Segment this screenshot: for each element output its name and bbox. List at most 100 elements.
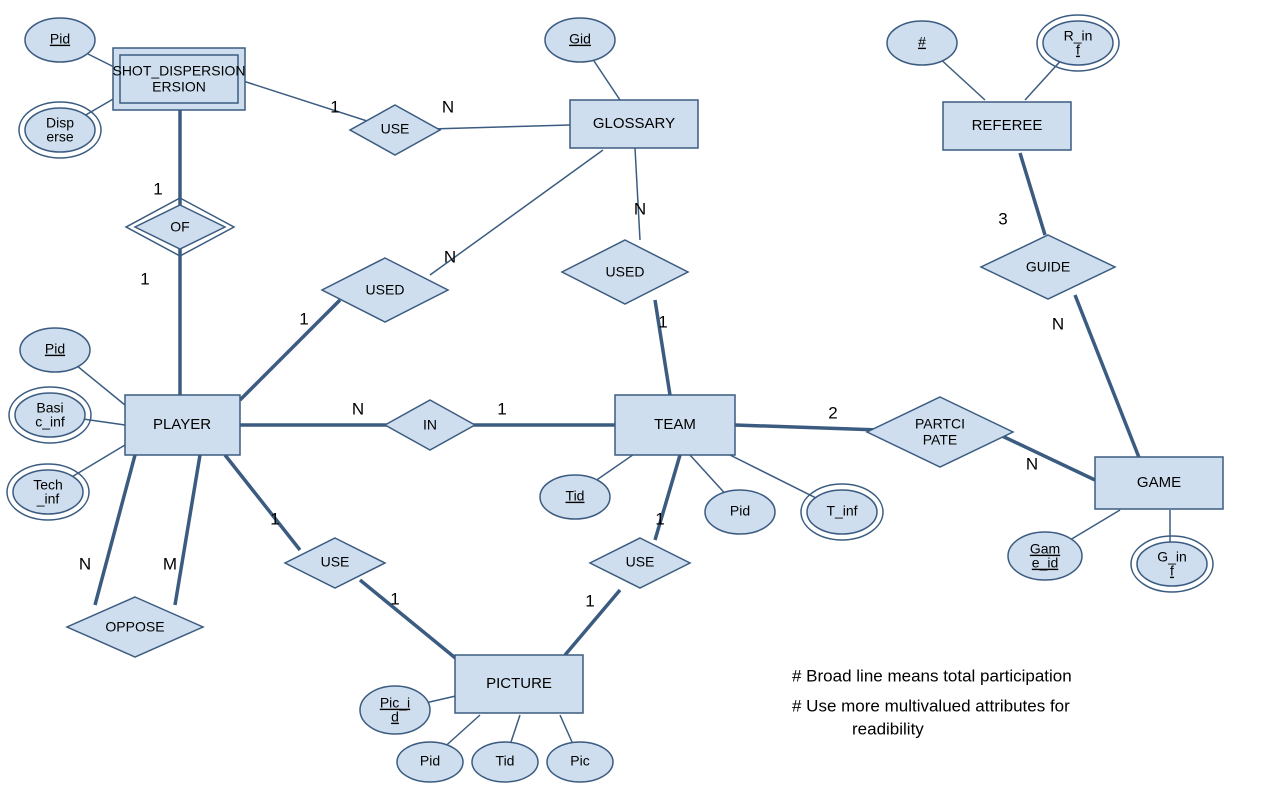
entity-team: TEAM [615, 395, 735, 455]
edge-total [240, 300, 340, 400]
entity-shot-dispersion: SHOT_DISPERSION ERSION [112, 48, 245, 110]
rel-label: IN [423, 417, 437, 433]
attr-label-2: erse [46, 129, 73, 145]
rel-guide: GUIDE [981, 235, 1115, 299]
attr-tm-pid: Pid [705, 490, 775, 534]
attr-label-2: d [391, 709, 399, 725]
attr-pl-pid: Pid [20, 328, 90, 372]
rel-label-2: PATE [923, 432, 958, 448]
rel-used-pl-gl: USED [322, 258, 448, 322]
rel-label: GUIDE [1026, 259, 1070, 275]
rel-oppose: OPPOSE [67, 597, 203, 657]
card: 1 [153, 179, 162, 198]
rel-label-1: PARTCI [915, 416, 965, 432]
attr-sd-pid: Pid [25, 18, 95, 62]
edge-total [360, 580, 470, 670]
card: 1 [330, 97, 339, 116]
rel-label: USE [626, 554, 655, 570]
edge-total [95, 455, 135, 605]
rel-participate: PARTCI PATE [867, 397, 1013, 467]
attr-tm-tinf: T_inf [801, 484, 883, 540]
rel-label: USE [321, 554, 350, 570]
card: N [352, 399, 364, 418]
attr-ref-num: # [887, 21, 957, 65]
attr-label: # [918, 34, 926, 50]
rel-label: USE [381, 121, 410, 137]
attr-label: Pid [420, 753, 440, 769]
entity-label: TEAM [654, 416, 696, 433]
attr-pl-techinf: Tech _inf [7, 464, 89, 520]
rel-label: USED [366, 282, 405, 298]
card: N [1052, 314, 1064, 333]
rel-use-sd-gl: USE [350, 105, 440, 155]
attr-pic-picid: Pic_i d [360, 686, 430, 734]
entity-label: GLOSSARY [593, 115, 675, 132]
edge-total [175, 455, 200, 605]
card: M [163, 554, 177, 573]
attr-label-2: c_inf [35, 414, 65, 430]
card: 1 [270, 509, 279, 528]
edge-total [225, 455, 300, 550]
attr-pl-basicinf: Basi c_inf [9, 387, 91, 443]
card: 3 [998, 209, 1007, 228]
entity-label: GAME [1137, 474, 1181, 491]
card: 1 [140, 269, 149, 288]
attr-gm-ginf: G_in f [1131, 536, 1213, 592]
attr-label: Pid [730, 503, 750, 519]
edge-total [735, 425, 880, 430]
attr-label: T_inf [826, 503, 857, 519]
attr-label: Pid [45, 341, 65, 357]
card: N [79, 554, 91, 573]
attr-tm-tid: Tid [540, 475, 610, 519]
rel-use-pl-pic: USE [285, 538, 385, 588]
attr-gm-gameid: Gam e_id [1008, 532, 1082, 580]
card: 2 [828, 403, 837, 422]
card: N [442, 97, 454, 116]
rel-in: IN [385, 400, 475, 450]
attr-label-2: f [1076, 42, 1080, 58]
rel-label: OF [170, 219, 189, 235]
attr-label: Gid [569, 31, 591, 47]
card: N [1026, 454, 1038, 473]
rel-use-tm-pic: USE [590, 538, 690, 588]
attr-label-2: f [1170, 563, 1174, 579]
entity-label-2: ERSION [152, 79, 206, 95]
card: 1 [299, 309, 308, 328]
note-line: readibility [852, 719, 924, 738]
attr-sd-disperse: Disp erse [19, 102, 101, 158]
attr-label: Tid [566, 488, 585, 504]
edge-total [1075, 295, 1140, 460]
note-line: # Broad line means total participation [792, 666, 1072, 685]
card: 1 [655, 509, 664, 528]
attr-gl-gid: Gid [545, 18, 615, 62]
rel-label: USED [606, 264, 645, 280]
rel-used-tm-gl: USED [562, 240, 688, 304]
card: 1 [585, 591, 594, 610]
note-line: # Use more multivalued attributes for [792, 696, 1070, 715]
entity-glossary: GLOSSARY [570, 100, 698, 148]
edge-total [1000, 435, 1095, 480]
entity-referee: REFEREE [943, 102, 1071, 150]
entity-game: GAME [1095, 457, 1223, 509]
attr-label: Pid [50, 31, 70, 47]
edge [635, 148, 640, 240]
attr-label-2: _inf [36, 491, 60, 507]
entity-label: PICTURE [486, 675, 552, 692]
card: 1 [390, 589, 399, 608]
card: N [444, 247, 456, 266]
card: N [634, 199, 646, 218]
rel-label: OPPOSE [105, 619, 164, 635]
entity-label: PLAYER [153, 416, 211, 433]
attr-ref-rinf: R_in f [1037, 15, 1119, 71]
entity-picture: PICTURE [455, 655, 583, 713]
er-diagram: SHOT_DISPERSION ERSION GLOSSARY REFEREE … [0, 0, 1268, 793]
attr-pic-pid: Pid [397, 742, 463, 782]
rel-of: OF [126, 198, 234, 256]
attr-pic-pic: Pic [547, 742, 613, 782]
attr-label-2: e_id [1032, 555, 1058, 571]
entity-label: SHOT_DISPERSION [112, 63, 245, 79]
entity-player: PLAYER [125, 395, 240, 455]
entity-label: REFEREE [972, 117, 1043, 134]
attr-label: Pic [570, 753, 589, 769]
attr-pic-tid: Tid [472, 742, 538, 782]
